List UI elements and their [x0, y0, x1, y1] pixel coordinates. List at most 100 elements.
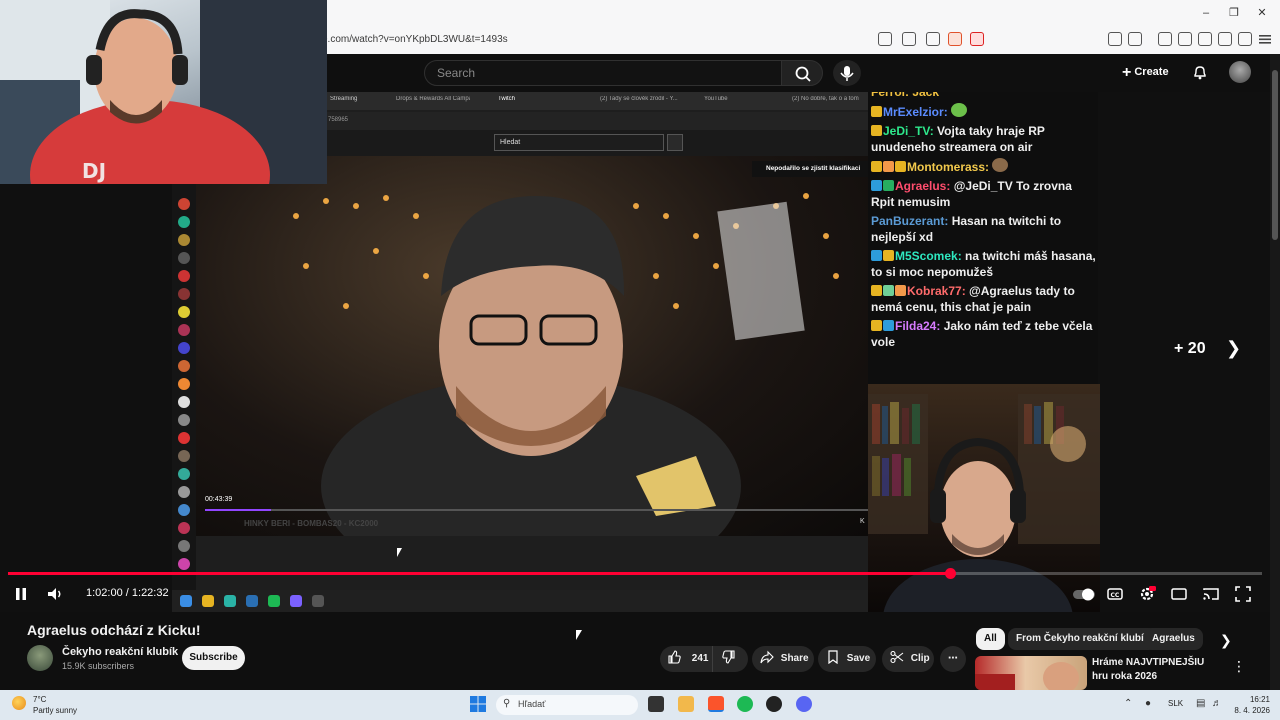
- search-input[interactable]: Search: [424, 60, 782, 86]
- inner-search-icon: [667, 134, 683, 151]
- brave-browser-icon[interactable]: [708, 696, 724, 712]
- spotify-icon[interactable]: [737, 696, 753, 712]
- cast-icon[interactable]: [902, 32, 916, 46]
- like-button[interactable]: 241: [660, 646, 712, 672]
- mouse-cursor: [576, 630, 582, 640]
- vpn-icon[interactable]: [1238, 32, 1252, 46]
- tab-search-icon[interactable]: [1128, 32, 1142, 46]
- save-button[interactable]: Save: [818, 646, 876, 672]
- subscriber-count: 15.9K subscribers: [62, 661, 135, 671]
- brave-shield-icon[interactable]: [948, 32, 962, 46]
- scrollbar-thumb[interactable]: [1272, 70, 1278, 240]
- chip-agraelus[interactable]: Agraelus: [1144, 628, 1203, 650]
- theater-mode-button[interactable]: [1170, 585, 1188, 603]
- channel-name[interactable]: Čekyho reakční klubík: [62, 646, 178, 658]
- more-actions-button[interactable]: ⋯: [940, 646, 966, 672]
- wallet-icon[interactable]: [1198, 32, 1212, 46]
- video-title: Agraelus odchází z Kicku!: [27, 622, 201, 638]
- chevron-right-icon: ❯: [1226, 338, 1242, 358]
- inner-followed-channels: [172, 180, 196, 610]
- captions-icon: CC: [1107, 588, 1123, 600]
- inner-spotify-icon: [268, 595, 280, 607]
- cast-button[interactable]: [1202, 585, 1220, 603]
- progress-scrubber[interactable]: [945, 568, 956, 579]
- chat-username: Montomerass: [907, 160, 986, 174]
- fullscreen-icon: [1235, 586, 1251, 602]
- chat-badge-icon: [895, 285, 906, 296]
- chat-separator: :: [961, 284, 970, 298]
- autoplay-toggle[interactable]: [1072, 585, 1096, 603]
- vertical-dots-icon[interactable]: ⋮: [1232, 658, 1246, 675]
- taskbar-search[interactable]: ⚲ Hľadať: [496, 695, 638, 715]
- translate-icon[interactable]: [878, 32, 892, 46]
- notifications-bell-icon[interactable]: [1192, 64, 1208, 80]
- sidebar-icon[interactable]: [1178, 32, 1192, 46]
- subscribe-button[interactable]: Subscribe: [182, 646, 245, 670]
- chevron-right-icon[interactable]: ❯: [1220, 632, 1232, 649]
- chat-badge-icon: [871, 320, 882, 331]
- address-bar[interactable]: e.com/watch?v=onYKpbDL3WU&t=1493s: [322, 29, 862, 51]
- captions-button[interactable]: CC: [1106, 585, 1124, 603]
- minimize-icon[interactable]: –: [1198, 6, 1214, 20]
- weather-widget[interactable]: 7°C Partly sunny: [33, 694, 77, 716]
- extensions-icon[interactable]: [1108, 32, 1122, 46]
- dislike-button[interactable]: [712, 646, 748, 672]
- chat-message: MrExelzior:: [871, 103, 1098, 120]
- search-button[interactable]: [781, 60, 823, 86]
- stream-video: [196, 156, 870, 536]
- chat-badge-icon: [871, 161, 882, 172]
- discord-icon[interactable]: [796, 696, 812, 712]
- chat-message-partial: Ferrol: Jack: [871, 92, 940, 99]
- volume-button[interactable]: [46, 585, 64, 603]
- brave-rewards-icon[interactable]: [970, 32, 984, 46]
- settings-button[interactable]: [1138, 585, 1156, 603]
- weather-icon[interactable]: [12, 696, 26, 710]
- share-button[interactable]: Share: [752, 646, 814, 672]
- inner-folder-icon: [202, 595, 214, 607]
- share-page-icon[interactable]: [926, 32, 940, 46]
- microphone-tray-icon[interactable]: ●: [1145, 698, 1151, 709]
- inner-stream-caption: HINKY BERI - BOMBAS20 - KC2000: [244, 519, 379, 528]
- more-horizontal-icon: ⋯: [948, 653, 958, 664]
- chat-username: Agraelus: [895, 179, 947, 193]
- leo-icon[interactable]: [1218, 32, 1232, 46]
- windows-start-icon[interactable]: [470, 696, 486, 712]
- taskbar-clock[interactable]: 16:21 8. 4. 2026: [1230, 694, 1270, 716]
- file-explorer-icon[interactable]: [678, 696, 694, 712]
- chat-badge-icon: [883, 161, 894, 172]
- chevron-up-icon[interactable]: ⌃: [1124, 698, 1132, 709]
- create-button[interactable]: + Create: [1122, 61, 1178, 83]
- search-icon: ⚲: [503, 698, 511, 709]
- menu-icon[interactable]: [1258, 32, 1272, 46]
- more-comments-indicator[interactable]: + 20 ❯: [1174, 338, 1242, 364]
- account-avatar[interactable]: [1229, 61, 1251, 83]
- input-language[interactable]: SLK: [1168, 699, 1183, 708]
- channel-avatar[interactable]: [27, 645, 53, 671]
- share-label: Share: [780, 653, 809, 664]
- voice-search-button[interactable]: [833, 60, 861, 86]
- chat-username: JeDi_TV: [883, 124, 930, 138]
- close-icon[interactable]: ✕: [1254, 6, 1270, 20]
- volume-tray-icon[interactable]: ♬: [1212, 698, 1222, 709]
- pause-button[interactable]: [12, 585, 30, 603]
- share-icon: [760, 649, 774, 675]
- chip-all[interactable]: All: [976, 628, 1005, 650]
- network-icon[interactable]: ▤: [1196, 698, 1205, 709]
- chat-message: Kobrak77: @Agraelus tady to nemá cenu, t…: [871, 283, 1098, 315]
- fullscreen-button[interactable]: [1234, 585, 1252, 603]
- facecam-bottom-right: [868, 384, 1100, 612]
- chip-from-channel[interactable]: From Čekyho reakční klubík: [1008, 628, 1158, 650]
- chat-emote-icon: [951, 103, 968, 117]
- clip-button[interactable]: Clip: [882, 646, 934, 672]
- media-icon[interactable]: [1158, 32, 1172, 46]
- task-view-icon[interactable]: [648, 696, 664, 712]
- inner-right-label: K: [860, 518, 865, 525]
- recommended-thumbnail[interactable]: [975, 656, 1087, 690]
- recommended-title[interactable]: Hráme NAJVTIPNEJŠIU hru roka 2026: [1092, 656, 1222, 684]
- inner-address-bar: 758965: [326, 112, 870, 130]
- app-icon[interactable]: [766, 696, 782, 712]
- restore-icon[interactable]: ❐: [1226, 6, 1242, 20]
- cast-icon: [1203, 588, 1219, 600]
- volume-icon: [48, 588, 61, 600]
- svg-text:CC: CC: [1111, 592, 1120, 599]
